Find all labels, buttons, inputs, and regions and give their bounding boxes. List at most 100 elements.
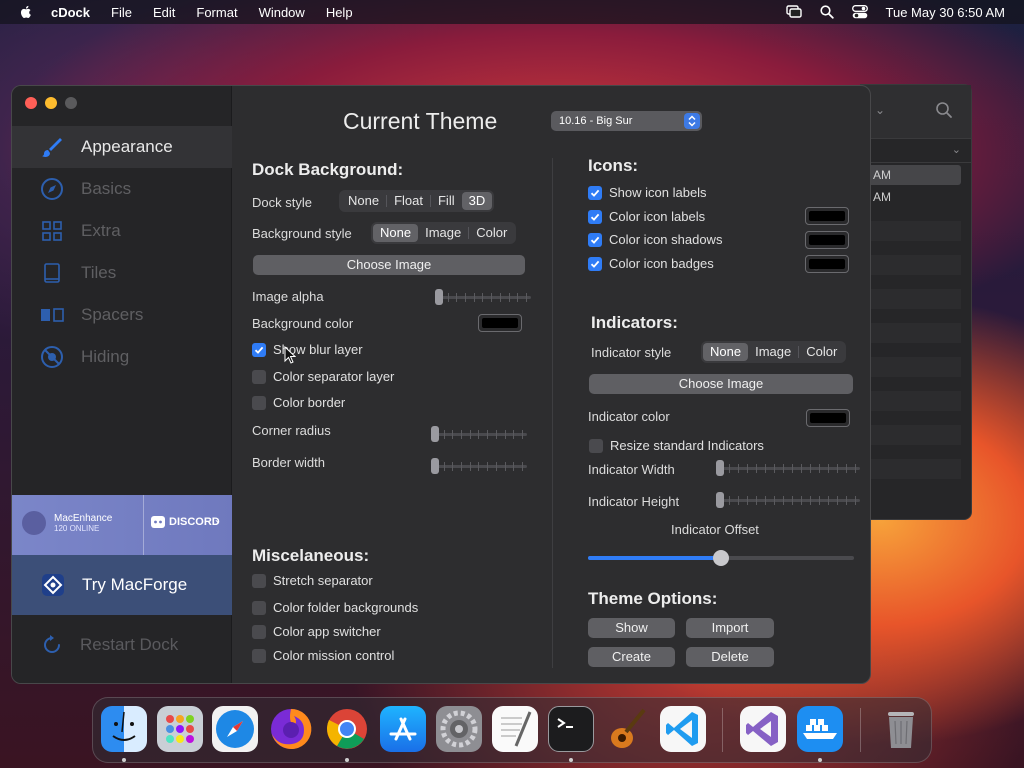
color-mission-control-checkbox[interactable]: Color mission control — [252, 648, 394, 663]
resize-standard-indicators-checkbox[interactable]: Resize standard Indicators — [589, 438, 764, 453]
brush-icon — [39, 134, 65, 160]
indicator-offset-slider[interactable] — [588, 550, 854, 566]
background-style-image[interactable]: Image — [418, 224, 468, 242]
theme-options-heading: Theme Options: — [588, 589, 718, 608]
color-icon-badges-checkbox[interactable]: Color icon badges — [588, 256, 714, 271]
show-blur-layer-checkbox[interactable]: Show blur layer — [252, 342, 363, 357]
control-center-icon[interactable] — [851, 5, 868, 19]
spotlight-search-icon[interactable] — [819, 5, 834, 19]
sidebar-item-extra[interactable]: Extra — [12, 210, 232, 252]
border-width-slider[interactable] — [431, 458, 527, 474]
show-icon-labels-checkbox[interactable]: Show icon labels — [588, 185, 707, 200]
show-theme-button[interactable]: Show — [588, 618, 675, 638]
indicator-width-slider[interactable] — [716, 460, 860, 476]
macenhance-discord-banner[interactable]: MacEnhance 120 ONLINE DISCORD › — [12, 495, 232, 555]
vscode-icon[interactable] — [660, 706, 706, 752]
dock-style-segmented: None Float Fill 3D — [339, 190, 495, 212]
dock-style-none[interactable]: None — [341, 192, 386, 210]
minimize-window-button[interactable] — [45, 97, 57, 109]
safari-icon[interactable] — [212, 706, 258, 752]
dock-style-float[interactable]: Float — [387, 192, 430, 210]
checkbox-label: Resize standard Indicators — [610, 438, 764, 453]
chevron-down-icon[interactable]: ⌄ — [875, 103, 885, 117]
menu-file[interactable]: File — [111, 5, 132, 20]
checkbox-label: Color border — [273, 395, 346, 410]
slider-knob[interactable] — [431, 458, 439, 474]
indicator-style-image[interactable]: Image — [748, 343, 798, 361]
icons-heading: Icons: — [588, 156, 639, 175]
apple-icon[interactable] — [18, 4, 34, 20]
search-icon[interactable] — [935, 101, 953, 119]
trash-icon[interactable] — [878, 706, 924, 752]
image-alpha-slider[interactable] — [435, 289, 531, 305]
menu-app-name[interactable]: cDock — [51, 5, 90, 20]
dock-style-fill[interactable]: Fill — [431, 192, 462, 210]
color-app-switcher-checkbox[interactable]: Color app switcher — [252, 624, 381, 639]
sidebar-item-appearance[interactable]: Appearance — [12, 126, 232, 168]
slider-knob[interactable] — [431, 426, 439, 442]
slider-knob[interactable] — [435, 289, 443, 305]
sidebar-item-tiles[interactable]: Tiles — [12, 252, 232, 294]
indicator-color-label: Indicator color — [588, 409, 670, 424]
slider-knob[interactable] — [716, 460, 724, 476]
icon-badges-color-well[interactable] — [805, 255, 849, 273]
icon-labels-color-well[interactable] — [805, 207, 849, 225]
indicator-height-slider[interactable] — [716, 492, 860, 508]
sidebar-item-spacers[interactable]: Spacers — [12, 294, 232, 336]
sidebar-item-basics[interactable]: Basics — [12, 168, 232, 210]
garageband-icon[interactable] — [604, 706, 650, 752]
background-style-color[interactable]: Color — [469, 224, 514, 242]
indicator-style-color[interactable]: Color — [799, 343, 844, 361]
corner-radius-slider[interactable] — [431, 426, 527, 442]
color-border-checkbox[interactable]: Color border — [252, 395, 345, 410]
terminal-icon[interactable] — [548, 706, 594, 752]
finder-icon[interactable] — [101, 706, 147, 752]
color-icon-shadows-checkbox[interactable]: Color icon shadows — [588, 232, 722, 247]
close-window-button[interactable] — [25, 97, 37, 109]
indicator-style-none[interactable]: None — [703, 343, 749, 361]
import-theme-button[interactable]: Import — [686, 618, 774, 638]
indicators-heading: Indicators: — [591, 313, 678, 332]
list-item[interactable]: AM — [861, 187, 961, 207]
delete-theme-button[interactable]: Delete — [686, 647, 774, 667]
textedit-icon[interactable] — [492, 706, 538, 752]
zoom-window-button[interactable] — [65, 97, 77, 109]
slider-fill — [588, 556, 716, 560]
sidebar-item-hiding[interactable]: Hiding — [12, 336, 232, 378]
menu-clock[interactable]: Tue May 30 6:50 AM — [886, 5, 1005, 20]
discord-link[interactable]: DISCORD — [151, 516, 220, 528]
background-window[interactable]: ⌄ ⌄ AM AM — [860, 84, 972, 520]
screen-mirroring-icon[interactable] — [785, 5, 802, 19]
create-theme-button[interactable]: Create — [588, 647, 675, 667]
list-item[interactable]: AM — [861, 165, 961, 185]
chrome-icon[interactable] — [324, 706, 370, 752]
background-style-none[interactable]: None — [373, 224, 419, 242]
firefox-icon[interactable] — [268, 706, 314, 752]
chevron-down-icon[interactable]: ⌄ — [952, 143, 961, 156]
theme-select[interactable]: 10.16 - Big Sur — [551, 111, 702, 131]
running-indicator — [818, 758, 822, 762]
menu-window[interactable]: Window — [259, 5, 305, 20]
menu-help[interactable]: Help — [326, 5, 353, 20]
background-color-well[interactable] — [478, 314, 522, 332]
slider-knob[interactable] — [713, 550, 729, 566]
app-store-icon[interactable] — [380, 706, 426, 752]
try-macforge-button[interactable]: Try MacForge — [12, 555, 232, 615]
restart-dock-button[interactable]: Restart Dock — [12, 626, 232, 664]
dock-style-3d[interactable]: 3D — [461, 192, 493, 210]
macforge-dock-icon[interactable] — [797, 706, 843, 752]
visual-studio-icon[interactable] — [740, 706, 786, 752]
color-icon-labels-checkbox[interactable]: Color icon labels — [588, 209, 705, 224]
choose-background-image-button[interactable]: Choose Image — [253, 255, 525, 275]
launchpad-icon[interactable] — [157, 706, 203, 752]
system-preferences-icon[interactable] — [436, 706, 482, 752]
color-folder-backgrounds-checkbox[interactable]: Color folder backgrounds — [252, 600, 418, 615]
menu-format[interactable]: Format — [196, 5, 237, 20]
choose-indicator-image-button[interactable]: Choose Image — [589, 374, 853, 394]
indicator-color-well[interactable] — [806, 409, 850, 427]
slider-knob[interactable] — [716, 492, 724, 508]
menu-edit[interactable]: Edit — [153, 5, 175, 20]
color-separator-layer-checkbox[interactable]: Color separator layer — [252, 369, 394, 384]
stretch-separator-checkbox[interactable]: Stretch separator — [252, 573, 373, 588]
icon-shadows-color-well[interactable] — [805, 231, 849, 249]
